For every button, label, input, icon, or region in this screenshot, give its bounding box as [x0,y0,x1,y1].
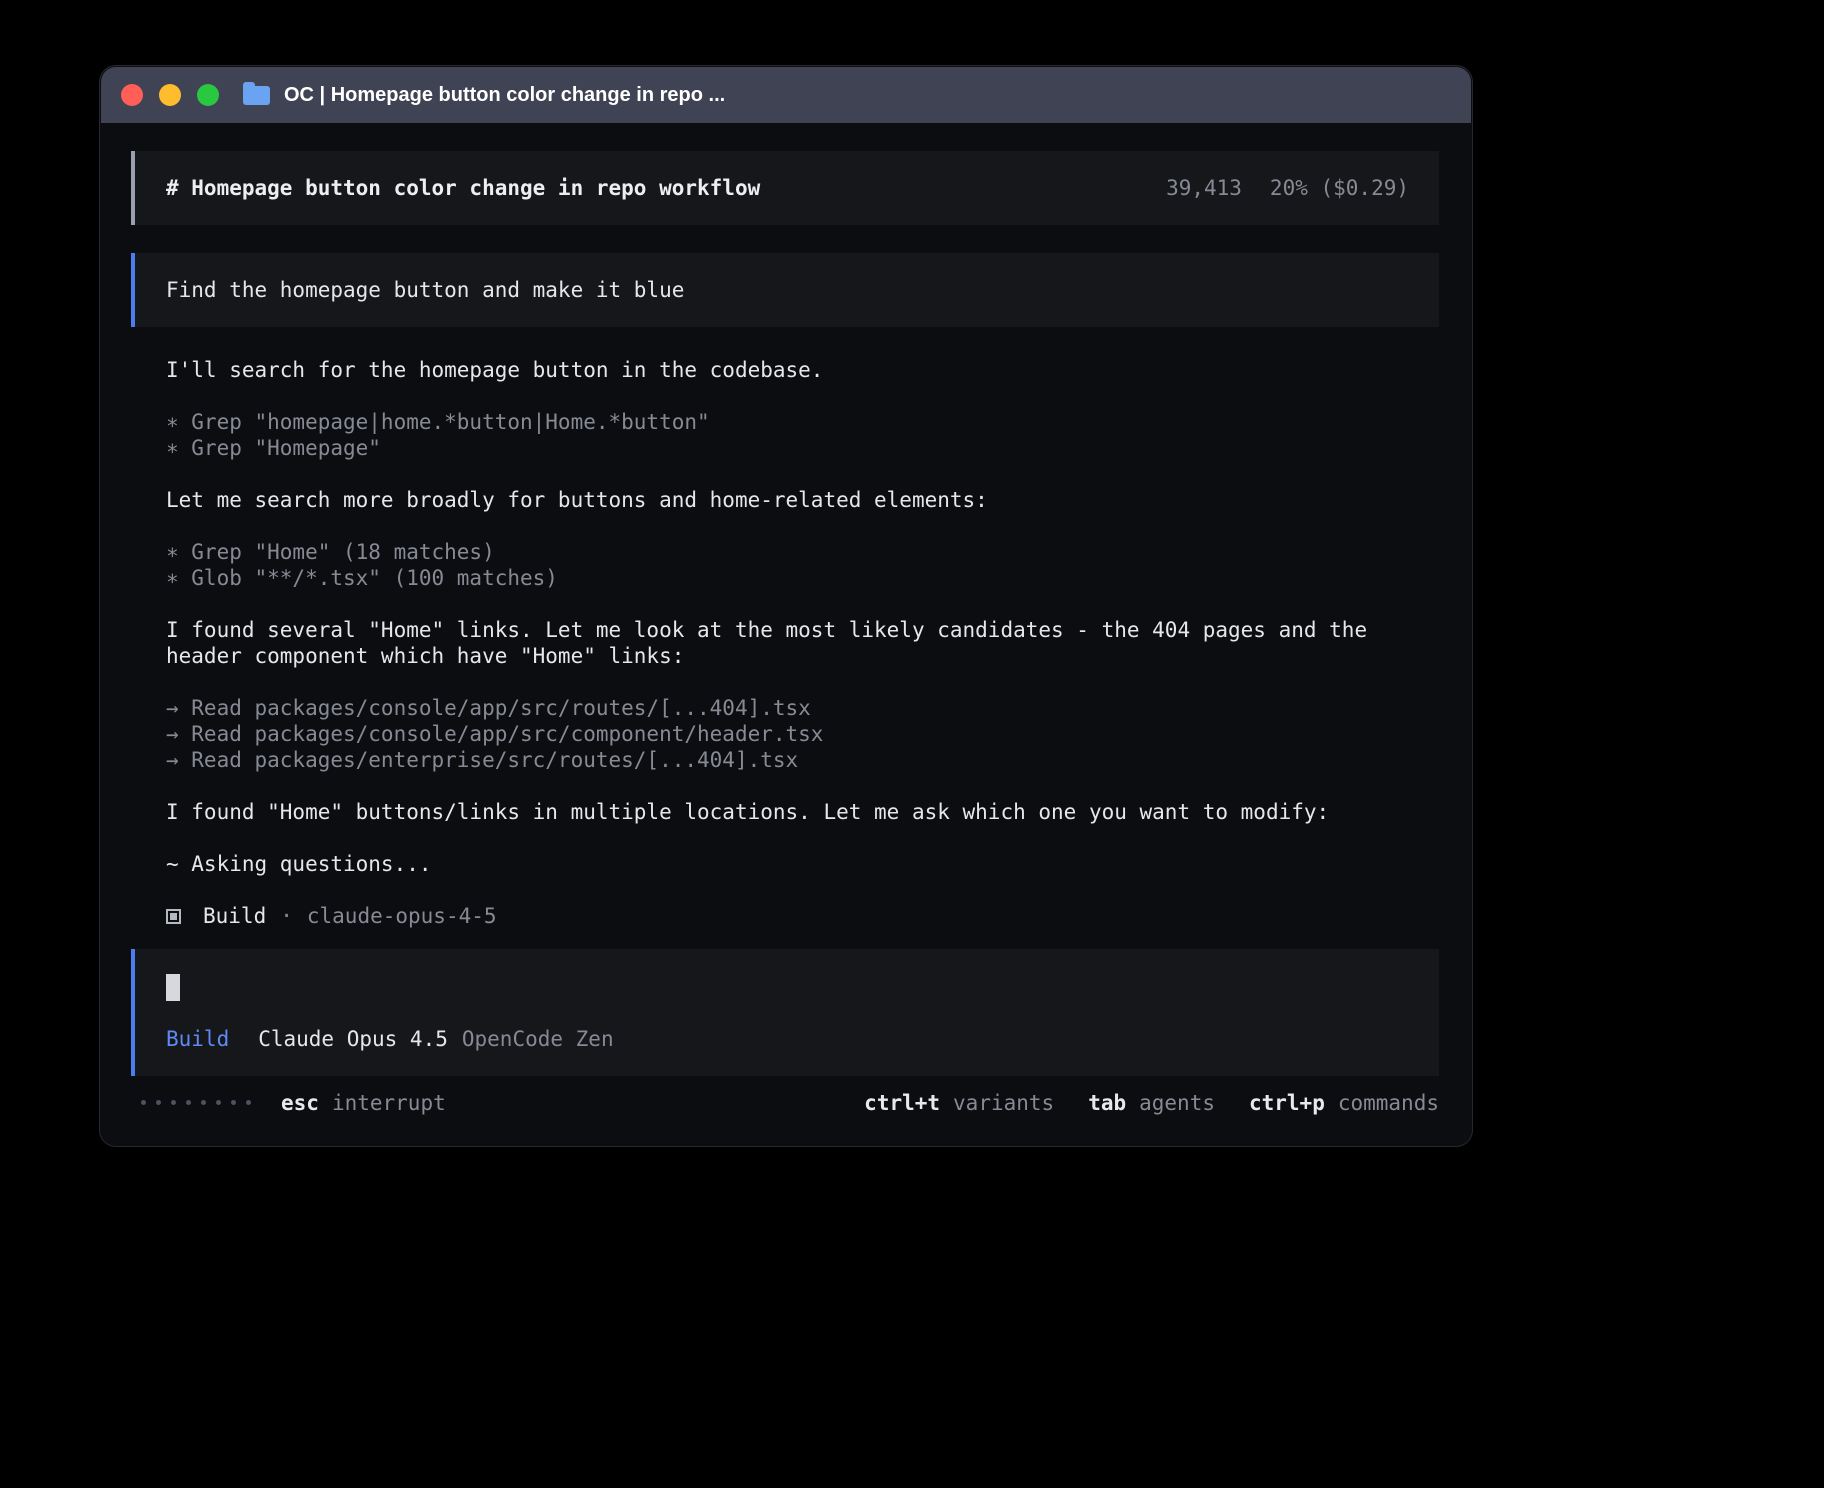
input-model-label: Claude Opus 4.5 [258,1026,448,1052]
input-meta: Build Claude Opus 4.5 OpenCode Zen [166,1026,1409,1052]
user-message: Find the homepage button and make it blu… [131,253,1439,327]
shortcut-label: agents [1139,1091,1215,1115]
esc-action-label: interrupt [332,1090,446,1116]
input-provider-label: OpenCode Zen [462,1026,614,1052]
shortcut-label: variants [953,1091,1054,1115]
assistant-text: I found several "Home" links. Let me loo… [166,617,1439,669]
tool-call-group: ∗ Grep "homepage|home.*button|Home.*butt… [166,409,1439,461]
window-controls [121,84,219,106]
minimize-button[interactable] [159,84,181,106]
assistant-paragraph: I'll search for the homepage button in t… [166,357,1439,383]
text-cursor [166,974,180,1001]
user-message-text: Find the homepage button and make it blu… [166,278,684,302]
shortcut-agents: tab agents [1088,1090,1215,1116]
asking-questions-status: ~ Asking questions... [166,851,1439,877]
tool-call-glob: ∗ Glob "**/*.tsx" (100 matches) [166,565,1439,591]
session-title: # Homepage button color change in repo w… [166,175,760,201]
status-right: ctrl+t variants tab agents ctrl+p commands [864,1090,1439,1116]
agent-line: Build · claude-opus-4-5 [166,903,1439,929]
zoom-button[interactable] [197,84,219,106]
tool-call-grep: ∗ Grep "Homepage" [166,435,1439,461]
assistant-paragraph: I found several "Home" links. Let me loo… [166,617,1439,669]
token-count: 39,413 [1166,176,1242,200]
folder-icon [243,86,270,105]
assistant-paragraph: Let me search more broadly for buttons a… [166,487,1439,513]
agent-model: claude-opus-4-5 [307,903,497,929]
tool-call-grep: ∗ Grep "homepage|home.*button|Home.*butt… [166,409,1439,435]
tool-call-grep: ∗ Grep "Home" (18 matches) [166,539,1439,565]
status-left: esc interrupt [141,1090,446,1116]
shortcut-key: ctrl+t [864,1091,940,1115]
tool-call-group: → Read packages/console/app/src/routes/[… [166,695,1439,773]
assistant-text: I found "Home" buttons/links in multiple… [166,799,1439,825]
tool-call-read: → Read packages/enterprise/src/routes/[.… [166,747,1439,773]
shortcut-variants: ctrl+t variants [864,1090,1054,1116]
assistant-status: ~ Asking questions... [166,851,1439,877]
status-bar: esc interrupt ctrl+t variants tab agents c… [131,1090,1439,1116]
titlebar[interactable]: OC | Homepage button color change in rep… [101,67,1471,123]
shortcut-key: ctrl+p [1249,1091,1325,1115]
tool-call-read: → Read packages/console/app/src/componen… [166,721,1439,747]
spinner-dots [141,1100,251,1105]
context-cost: 20% ($0.29) [1270,176,1409,200]
close-button[interactable] [121,84,143,106]
shortcut-label: commands [1338,1091,1439,1115]
esc-key-hint: esc [281,1090,319,1116]
assistant-paragraph: I found "Home" buttons/links in multiple… [166,799,1439,825]
session-header: # Homepage button color change in repo w… [131,151,1439,225]
tool-call-group: ∗ Grep "Home" (18 matches) ∗ Glob "**/*.… [166,539,1439,591]
agent-name: Build [203,903,266,929]
agent-icon [166,909,181,924]
input-mode-label: Build [166,1026,229,1052]
shortcut-key: tab [1088,1091,1126,1115]
window-title: OC | Homepage button color change in rep… [284,84,725,107]
terminal-content: # Homepage button color change in repo w… [101,123,1471,1116]
assistant-text: I'll search for the homepage button in t… [166,357,1439,383]
session-stats: 39,413 20% ($0.29) [1166,175,1409,201]
assistant-transcript: I'll search for the homepage button in t… [131,357,1439,929]
prompt-input[interactable]: Build Claude Opus 4.5 OpenCode Zen [131,949,1439,1076]
terminal-window: OC | Homepage button color change in rep… [100,66,1472,1146]
agent-separator: · [280,903,293,929]
tool-call-read: → Read packages/console/app/src/routes/[… [166,695,1439,721]
shortcut-commands: ctrl+p commands [1249,1090,1439,1116]
assistant-text: Let me search more broadly for buttons a… [166,487,1439,513]
